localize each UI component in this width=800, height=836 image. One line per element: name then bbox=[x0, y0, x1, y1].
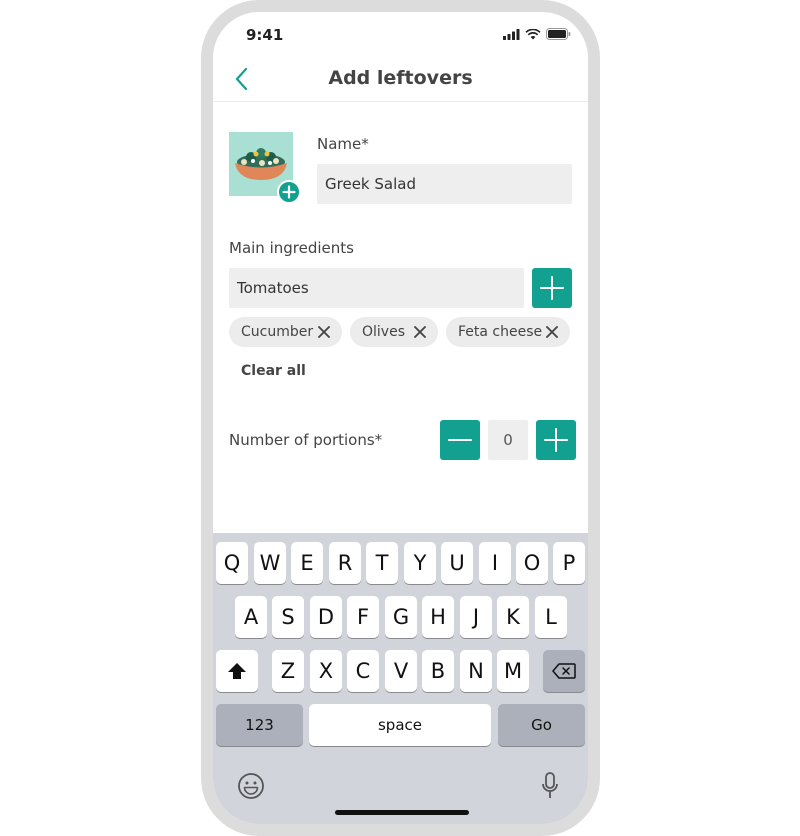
add-ingredient-button[interactable] bbox=[532, 268, 572, 308]
key-v[interactable]: V bbox=[385, 650, 417, 692]
chip-label: Olives bbox=[362, 324, 405, 340]
emoji-icon[interactable] bbox=[236, 771, 266, 801]
key-j[interactable]: J bbox=[460, 596, 492, 638]
ingredients-label: Main ingredients bbox=[229, 239, 354, 257]
name-input-value: Greek Salad bbox=[325, 175, 416, 193]
portions-count: 0 bbox=[488, 420, 528, 460]
increase-portions-button[interactable] bbox=[536, 420, 576, 460]
key-z[interactable]: Z bbox=[272, 650, 304, 692]
shift-icon bbox=[228, 663, 246, 679]
page-title: Add leftovers bbox=[328, 67, 473, 89]
key-k[interactable]: K bbox=[497, 596, 529, 638]
name-label: Name* bbox=[317, 135, 369, 153]
close-icon[interactable] bbox=[412, 324, 428, 340]
status-bar: 9:41 bbox=[213, 12, 588, 56]
decrease-portions-button[interactable] bbox=[440, 420, 480, 460]
ingredient-input[interactable]: Tomatoes bbox=[229, 268, 524, 308]
portions-label: Number of portions* bbox=[229, 431, 383, 449]
key-o[interactable]: O bbox=[516, 542, 548, 584]
name-input[interactable]: Greek Salad bbox=[317, 164, 572, 204]
cellular-signal-icon bbox=[503, 28, 520, 40]
minus-icon bbox=[448, 439, 472, 441]
app-screen: 9:41 Add leftovers Name* Greek Salad Mai… bbox=[213, 12, 588, 824]
key-l[interactable]: L bbox=[535, 596, 567, 638]
ingredient-chip: Cucumber bbox=[229, 317, 342, 347]
navigation-bar: Add leftovers bbox=[213, 56, 588, 102]
key-g[interactable]: G bbox=[385, 596, 417, 638]
key-p[interactable]: P bbox=[553, 542, 585, 584]
key-t[interactable]: T bbox=[366, 542, 398, 584]
chip-label: Cucumber bbox=[241, 324, 314, 340]
status-icons bbox=[503, 28, 571, 40]
ingredient-chip: Feta cheese bbox=[446, 317, 570, 347]
key-f[interactable]: F bbox=[347, 596, 379, 638]
key-n[interactable]: N bbox=[460, 650, 492, 692]
ingredient-chip: Olives bbox=[350, 317, 438, 347]
shift-key[interactable] bbox=[216, 650, 258, 692]
key-c[interactable]: C bbox=[347, 650, 379, 692]
numbers-key[interactable]: 123 bbox=[216, 704, 303, 746]
chip-label: Feta cheese bbox=[458, 324, 543, 340]
key-h[interactable]: H bbox=[422, 596, 454, 638]
key-b[interactable]: B bbox=[422, 650, 454, 692]
battery-icon bbox=[546, 28, 571, 40]
key-q[interactable]: Q bbox=[216, 542, 248, 584]
key-u[interactable]: U bbox=[441, 542, 473, 584]
key-a[interactable]: A bbox=[235, 596, 267, 638]
key-w[interactable]: W bbox=[254, 542, 286, 584]
clear-all-button[interactable]: Clear all bbox=[241, 363, 306, 379]
close-icon[interactable] bbox=[316, 324, 332, 340]
key-e[interactable]: E bbox=[291, 542, 323, 584]
key-r[interactable]: R bbox=[329, 542, 361, 584]
plus-icon bbox=[282, 185, 296, 199]
status-time: 9:41 bbox=[246, 26, 284, 44]
go-key[interactable]: Go bbox=[498, 704, 585, 746]
plus-icon bbox=[540, 276, 564, 300]
key-m[interactable]: M bbox=[497, 650, 529, 692]
microphone-icon[interactable] bbox=[540, 771, 560, 801]
key-i[interactable]: I bbox=[479, 542, 511, 584]
space-key[interactable]: space bbox=[309, 704, 491, 746]
key-s[interactable]: S bbox=[272, 596, 304, 638]
plus-icon bbox=[544, 428, 568, 452]
close-icon[interactable] bbox=[544, 324, 560, 340]
backspace-key[interactable] bbox=[543, 650, 585, 692]
key-d[interactable]: D bbox=[310, 596, 342, 638]
key-y[interactable]: Y bbox=[404, 542, 436, 584]
ingredient-input-value: Tomatoes bbox=[237, 279, 309, 297]
backspace-icon bbox=[552, 663, 576, 679]
key-x[interactable]: X bbox=[310, 650, 342, 692]
wifi-icon bbox=[525, 28, 541, 39]
add-photo-button[interactable] bbox=[277, 180, 301, 204]
home-indicator bbox=[335, 810, 469, 815]
on-screen-keyboard: Q W E R T Y U I O P A S D F G H J K L Z … bbox=[213, 533, 588, 824]
